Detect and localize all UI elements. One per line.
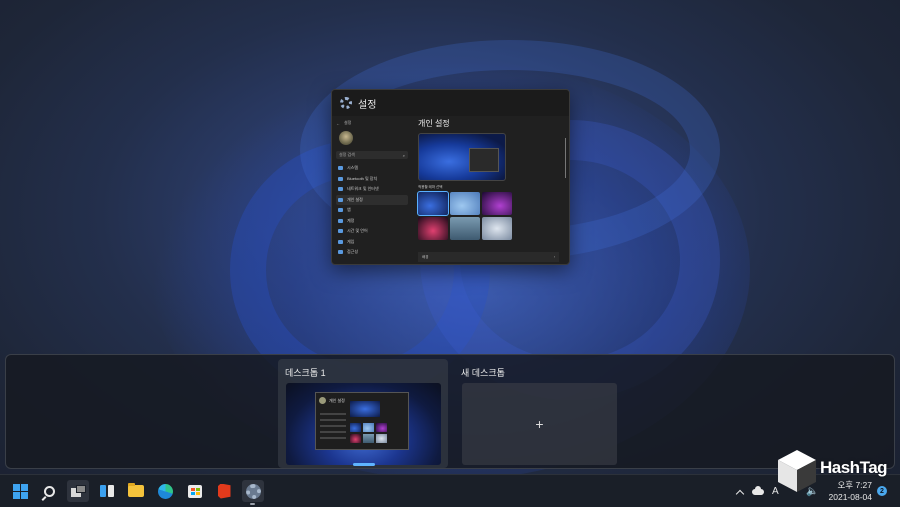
nav-item-label: 네트워크 및 인터넷 [347,186,379,192]
settings-gear-icon [340,97,352,109]
theme-tile[interactable] [417,191,449,216]
theme-preview [418,133,506,181]
apps-icon [338,208,343,213]
theme-grid [417,191,563,240]
scrollbar[interactable] [565,138,566,178]
settings-window-title: 설정 [358,99,377,111]
cloud-icon [752,485,764,495]
avatar [339,131,353,145]
desktop: 설정 ← 설정 설정 검색 ⌕ 시스템 Bluetooth 및 장치 네트워크 … [0,0,900,507]
background-setting-label: 배경 [422,254,429,259]
nav-item-label: Bluetooth 및 장치 [347,175,378,181]
mini-window-title: 개인 설정 [329,398,345,403]
settings-app-button[interactable] [242,480,264,502]
theme-tile[interactable] [418,217,448,240]
mini-avatar [319,397,326,404]
widgets-button[interactable] [96,480,118,502]
gamepad-icon [338,239,343,244]
running-indicator [250,503,255,505]
person-icon [338,218,343,223]
theme-tile[interactable] [450,217,480,240]
onedrive-tray-button[interactable] [752,475,764,507]
office-button[interactable] [213,480,235,502]
search-button[interactable] [38,480,60,502]
widgets-icon [100,485,114,497]
background-setting-row[interactable]: 배경 › [418,252,559,262]
settings-back-label: 설정 [344,120,352,125]
nav-item-network[interactable]: 네트워크 및 인터넷 [336,184,408,195]
show-hidden-icons-button[interactable] [735,475,745,507]
settings-search-input[interactable]: 설정 검색 ⌕ [336,151,408,159]
edge-button[interactable] [154,480,176,502]
monitor-icon [338,166,343,171]
store-icon [188,484,202,498]
search-icon: ⌕ [402,152,405,158]
start-button[interactable] [9,480,31,502]
nav-item-label: 앱 [347,207,351,213]
taskbar: A 🔈 오후 7:27 2021-08-04 [0,474,900,507]
desktop-1-thumbnail[interactable]: 개인 설정 [286,383,441,465]
brush-icon [338,197,343,202]
windows-logo-icon [12,483,28,499]
nav-item-label: 게임 [347,238,355,244]
gear-icon [245,483,261,499]
nav-item-gaming[interactable]: 게임 [336,237,408,248]
nav-item-label: 시간 및 언어 [347,228,368,234]
new-desktop-label: 새 데스크톱 [461,368,505,378]
hashtag-watermark-logo: HashTag [776,448,896,498]
nav-item-accounts[interactable]: 계정 [336,216,408,227]
mini-preview [350,401,380,417]
nav-item-bluetooth[interactable]: Bluetooth 및 장치 [336,174,408,185]
active-desktop-indicator [353,463,375,466]
new-desktop-card[interactable]: 새 데스크톱 + [454,359,624,468]
office-icon [217,483,231,499]
settings-content: 개인 설정 적용할 테마 선택 [412,116,569,264]
page-title: 개인 설정 [418,119,450,128]
settings-nav: ← 설정 설정 검색 ⌕ 시스템 Bluetooth 및 장치 네트워크 및 인… [332,116,412,264]
hashtag-cube-logo [778,450,816,492]
desktop-1-card[interactable]: 데스크톱 1 개인 설정 [278,359,448,468]
plus-icon: + [535,416,544,432]
settings-search-placeholder: 설정 검색 [339,152,355,157]
nav-item-label: 시스템 [347,165,359,171]
task-view-icon [70,485,86,497]
search-icon [43,485,55,497]
task-view-panel: 데스크톱 1 개인 설정 새 데스크톱 + [5,354,895,469]
settings-titlebar: 설정 [332,90,569,116]
accessibility-icon [338,250,343,255]
theme-tile[interactable] [450,192,480,215]
nav-item-label: 계정 [347,217,355,223]
settings-back-row: ← 설정 [336,119,408,127]
task-view-button[interactable] [67,480,89,502]
nav-item-system[interactable]: 시스템 [336,163,408,174]
network-icon [338,187,343,192]
hashtag-brand-text: HashTag [820,458,888,477]
file-explorer-button[interactable] [125,480,147,502]
chevron-right-icon: › [553,255,555,259]
nav-item-label: 개인 설정 [347,196,363,202]
nav-item-apps[interactable]: 앱 [336,205,408,216]
desktop-1-label: 데스크톱 1 [285,368,326,378]
chevron-up-icon [735,489,745,498]
nav-item-personalization[interactable]: 개인 설정 [336,194,408,205]
globe-icon [338,229,343,234]
themes-label: 적용할 테마 선택 [418,185,443,189]
nav-item-time-language[interactable]: 시간 및 언어 [336,226,408,237]
mini-settings-window: 개인 설정 [315,392,409,450]
nav-item-label: 접근성 [347,249,359,255]
new-desktop-button[interactable]: + [462,383,617,465]
folder-icon [128,483,144,497]
theme-tile[interactable] [482,192,512,215]
back-arrow-icon[interactable]: ← [336,121,340,126]
bluetooth-icon [338,176,343,181]
theme-tile[interactable] [482,217,512,240]
store-button[interactable] [184,480,206,502]
settings-window-preview[interactable]: 설정 ← 설정 설정 검색 ⌕ 시스템 Bluetooth 및 장치 네트워크 … [331,89,570,265]
nav-item-accessibility[interactable]: 접근성 [336,247,408,258]
edge-browser-icon [157,483,173,499]
